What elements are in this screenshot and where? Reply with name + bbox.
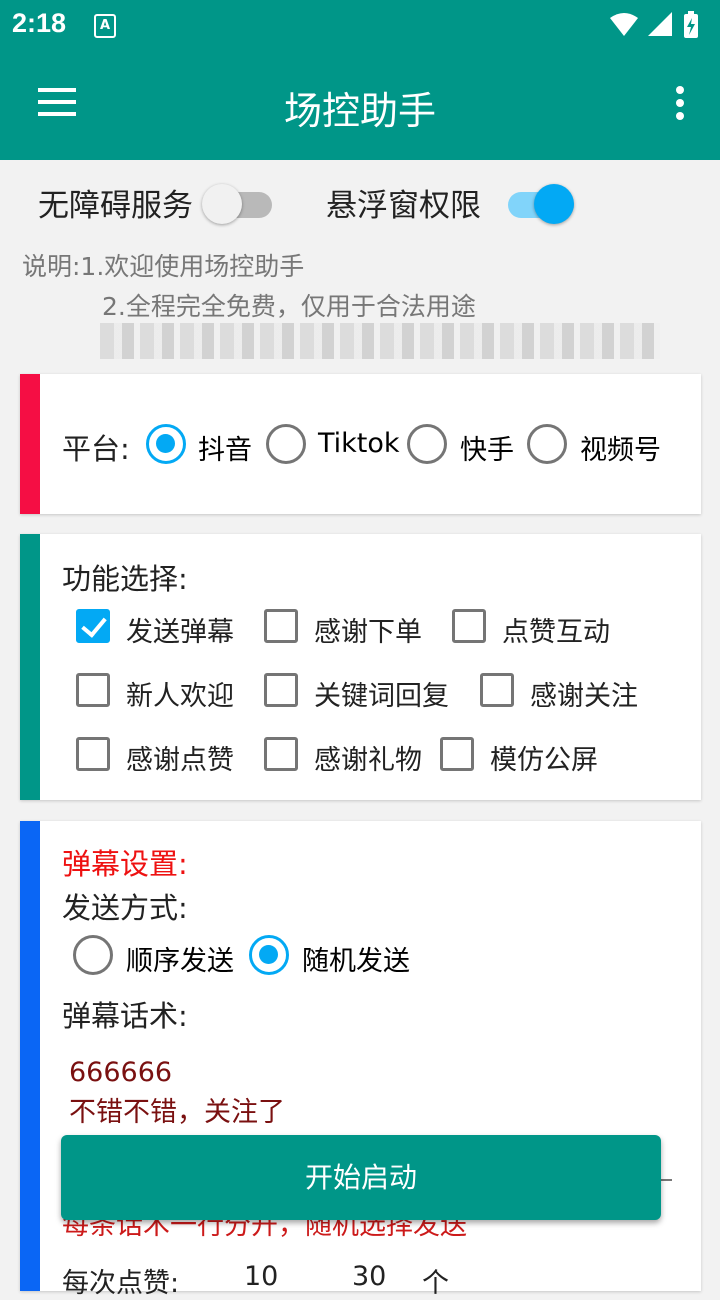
checkbox-mimic-screen[interactable]: [440, 737, 474, 771]
platform-option-label: 快手: [460, 435, 514, 466]
send-mode-label: 发送方式:: [62, 891, 188, 925]
switch-knob: [202, 184, 242, 224]
card-accent-strip: [20, 821, 40, 1291]
checkbox-thank-like[interactable]: [76, 737, 110, 771]
checkbox-label: 新人欢迎: [126, 681, 234, 712]
switch-knob: [534, 184, 574, 224]
features-card: 功能选择: 发送弹幕 感谢下单 点赞互动 新人欢迎 关键词回复 感谢关注 感谢点…: [20, 534, 701, 800]
like-max-input[interactable]: 30: [352, 1261, 386, 1292]
status-time: 2:18: [12, 8, 67, 38]
mode-label: 顺序发送: [126, 946, 234, 977]
overlay-switch[interactable]: [508, 184, 574, 224]
platform-option-label: 视频号: [580, 435, 661, 466]
wifi-signal-battery-icon: [610, 11, 698, 38]
accessibility-label: 无障碍服务: [38, 188, 193, 224]
blurred-text: [100, 323, 660, 359]
status-icons: [608, 10, 708, 46]
overlay-label: 悬浮窗权限: [326, 188, 481, 224]
checkbox-label: 感谢点赞: [126, 745, 234, 776]
radio-random[interactable]: [249, 935, 289, 975]
script-label: 弹幕话术:: [62, 999, 188, 1033]
checkbox-thank-follow[interactable]: [480, 673, 514, 707]
app-title: 场控助手: [283, 89, 436, 133]
checkbox-label: 点赞互动: [502, 617, 610, 648]
platform-label: 平台:: [62, 432, 130, 466]
features-label: 功能选择:: [62, 562, 188, 596]
radio-tiktok[interactable]: [266, 424, 306, 464]
card-accent-strip: [20, 534, 40, 800]
script-line: 不错不错，关注了: [69, 1097, 285, 1128]
more-options-icon[interactable]: [676, 86, 684, 125]
checkbox-like-interact[interactable]: [452, 609, 486, 643]
checkbox-label: 模仿公屏: [490, 745, 598, 776]
script-input[interactable]: 666666 不错不错，关注了: [69, 1053, 285, 1133]
description-line-2: 2.全程完全免费，仅用于合法用途: [102, 292, 476, 321]
checkbox-label: 感谢关注: [530, 681, 638, 712]
platform-option-label: Tiktok: [318, 428, 400, 459]
status-bar: 2:18 A: [0, 0, 720, 52]
radio-shipinhao[interactable]: [527, 424, 567, 464]
mode-label: 随机发送: [302, 946, 410, 977]
platform-card: 平台: 抖音 Tiktok 快手 视频号: [20, 374, 701, 514]
description-line-1: 说明:1.欢迎使用场控助手: [22, 252, 305, 281]
platform-option-label: 抖音: [198, 435, 252, 466]
checkbox-send-danmu[interactable]: [76, 609, 110, 643]
checkbox-label: 感谢礼物: [314, 745, 422, 776]
card-accent-strip: [20, 374, 40, 514]
checkbox-label: 发送弹幕: [126, 617, 234, 648]
accessibility-switch[interactable]: [202, 184, 272, 224]
radio-kuaishou[interactable]: [407, 424, 447, 464]
script-line: 666666: [69, 1057, 173, 1088]
notification-icon: A: [94, 14, 116, 38]
checkbox-label: 关键词回复: [314, 681, 449, 712]
app-bar: 场控助手: [0, 52, 720, 160]
radio-sequential[interactable]: [73, 935, 113, 975]
radio-douyin[interactable]: [146, 424, 186, 464]
checkbox-keyword-reply[interactable]: [264, 673, 298, 707]
description: 说明:1.欢迎使用场控助手 2.全程完全免费，仅用于合法用途: [22, 247, 476, 327]
checkbox-label: 感谢下单: [314, 617, 422, 648]
start-button[interactable]: 开始启动: [61, 1135, 661, 1220]
checkbox-welcome-new[interactable]: [76, 673, 110, 707]
checkbox-thank-gift[interactable]: [264, 737, 298, 771]
checkbox-thank-order[interactable]: [264, 609, 298, 643]
danmu-settings-title: 弹幕设置:: [62, 847, 188, 881]
danmu-settings-card: 弹幕设置: 发送方式: 顺序发送 随机发送 弹幕话术: 666666 不错不错，…: [20, 821, 701, 1299]
like-min-input[interactable]: 10: [244, 1261, 278, 1292]
